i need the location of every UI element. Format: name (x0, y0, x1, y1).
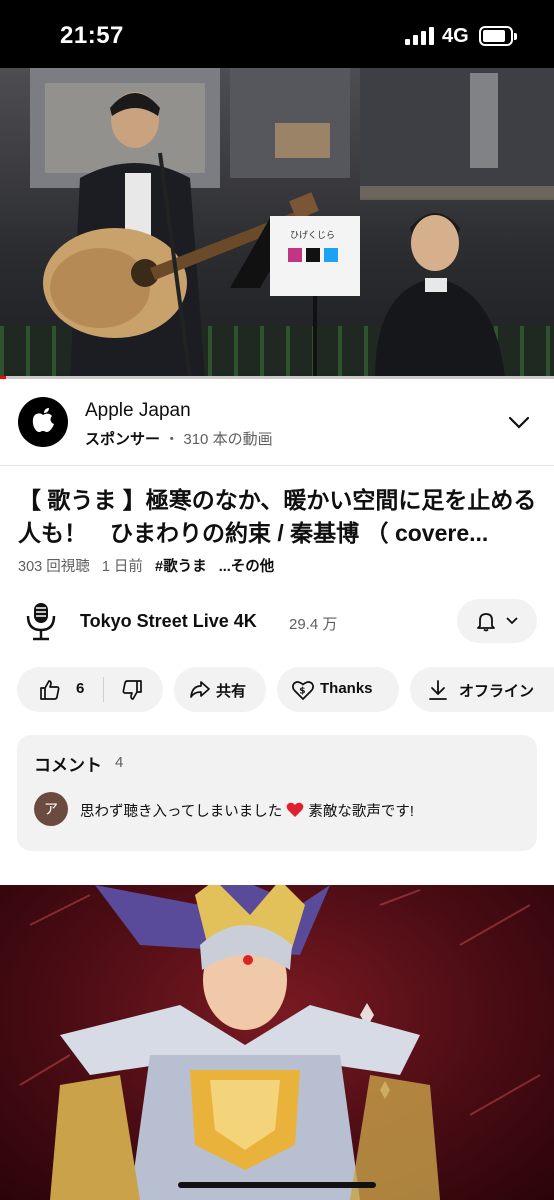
video-title[interactable]: 【 歌うま 】極寒のなか、暖かい空間に足を止める人も！ ひまわりの約束 / 秦基… (18, 484, 538, 550)
chevron-down-icon (506, 617, 518, 625)
like-dislike-pill: 6 (17, 667, 163, 712)
subscriber-count: 29.4 万 (289, 616, 338, 633)
share-label: 共有 (216, 683, 247, 700)
video-progress-fill (0, 376, 6, 379)
microphone-logo-icon[interactable] (22, 600, 60, 642)
comments-heading: コメント (34, 756, 102, 775)
sponsor-meta: スポンサー ・ 310 本の動画 (85, 428, 273, 449)
thanks-heart-dollar-icon: $ (292, 681, 314, 701)
ad-artwork-image[interactable] (0, 885, 554, 1200)
share-icon (190, 681, 210, 698)
download-button[interactable]: オフライン (410, 667, 554, 712)
notification-bell-button[interactable] (457, 599, 537, 643)
armored-character-artwork (19, 885, 541, 1200)
battery-icon (479, 26, 517, 46)
thumbs-up-icon[interactable] (38, 678, 62, 702)
svg-text:$: $ (299, 687, 305, 697)
video-progress-bar[interactable] (0, 376, 554, 379)
home-indicator (178, 1182, 376, 1188)
view-count: 303 回視聴 (18, 559, 90, 575)
top-comment-after: 素敵な歌声です! (308, 804, 414, 820)
status-bar: 21:57 4G (0, 0, 554, 68)
sponsor-video-count: 310 本の動画 (183, 431, 273, 448)
video-meta[interactable]: 303 回視聴 1 日前 #歌うま ...その他 (18, 555, 274, 576)
sponsor-label: スポンサー (85, 431, 161, 448)
chevron-down-icon[interactable] (506, 412, 532, 432)
apple-logo-icon (18, 397, 68, 447)
pill-divider (103, 677, 104, 702)
avatar: ア (34, 792, 68, 826)
red-heart-emoji-icon (286, 802, 304, 817)
offline-label: オフライン (459, 683, 535, 700)
share-button[interactable]: 共有 (174, 667, 266, 712)
hashtag-link[interactable]: #歌うま (155, 559, 207, 575)
thumbs-down-icon[interactable] (120, 678, 144, 702)
bell-icon (477, 613, 495, 632)
thanks-label: Thanks (320, 680, 373, 697)
video-player[interactable]: ひげくじら (0, 68, 554, 378)
listener-figure (375, 213, 505, 378)
sponsor-row[interactable]: Apple Japan スポンサー ・ 310 本の動画 (0, 380, 554, 466)
channel-name[interactable]: Tokyo Street Live 4K (80, 611, 257, 632)
status-time: 21:57 (60, 22, 124, 49)
upload-age: 1 日前 (101, 559, 143, 575)
thanks-button[interactable]: $ Thanks (277, 667, 399, 712)
like-count[interactable]: 6 (76, 680, 84, 697)
signal-strength-icon (405, 27, 435, 45)
stand-sign-text: ひげくじら (290, 230, 335, 241)
comments-panel[interactable]: コメント 4 ア 思わず聴き入ってしまいました 素敵な歌声です! (17, 735, 537, 851)
top-comment-text: 思わず聴き入ってしまいました 素敵な歌声です! (80, 800, 414, 821)
sponsor-separator: ・ (164, 431, 180, 448)
download-icon (429, 680, 447, 700)
show-more-link[interactable]: ...その他 (219, 559, 275, 575)
action-row: 6 共有 $ Thanks オフライン (0, 667, 554, 713)
comments-count: 4 (115, 754, 124, 771)
network-type: 4G (442, 25, 469, 47)
top-comment-before: 思わず聴き入ってしまいました (80, 804, 283, 820)
sponsor-name: Apple Japan (85, 400, 191, 421)
